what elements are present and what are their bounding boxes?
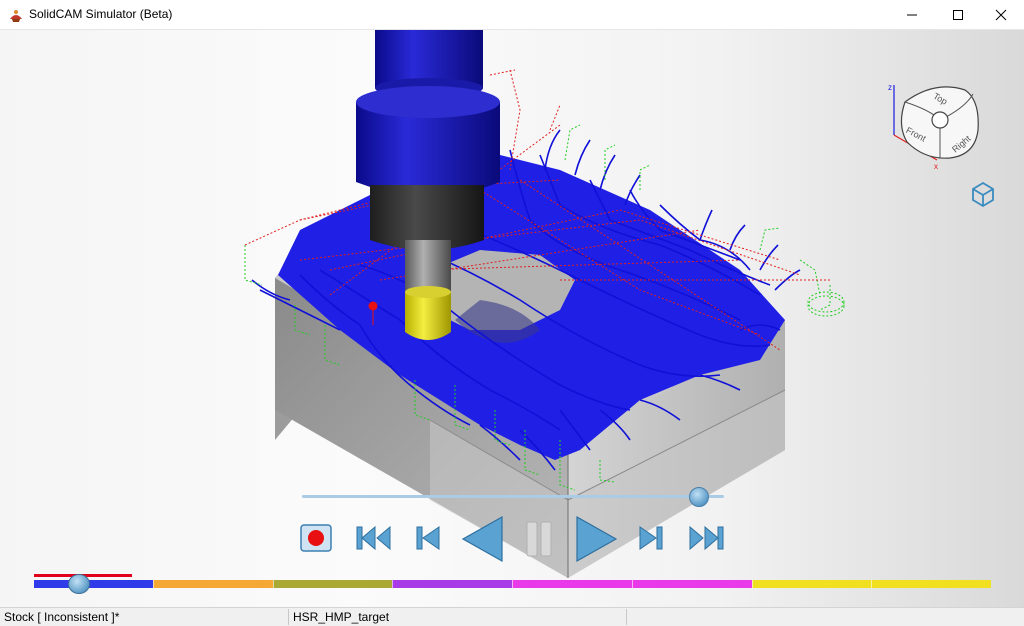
timeline-segment[interactable]	[512, 580, 632, 588]
status-bar: Stock [ Inconsistent ]* HSR_HMP_target	[0, 607, 1024, 626]
solidcam-app-icon	[10, 10, 22, 22]
pause-icon	[526, 521, 552, 557]
pause-button[interactable]	[522, 520, 556, 558]
minimize-icon	[907, 14, 917, 15]
view-cube-body[interactable]: Top Front Right	[900, 86, 979, 159]
close-button[interactable]	[978, 0, 1024, 29]
play-button[interactable]	[573, 514, 619, 564]
axis-x-label: x	[934, 162, 938, 171]
skip-to-start-icon	[356, 525, 391, 551]
machining-scene[interactable]	[0, 30, 1024, 607]
timeline-segment[interactable]	[272, 580, 393, 588]
timeline-segment[interactable]	[152, 580, 273, 588]
play-reverse-button[interactable]	[460, 514, 506, 564]
step-back-icon	[416, 526, 440, 550]
operation-timeline[interactable]	[34, 580, 991, 588]
stock-status: Stock [ Inconsistent ]*	[4, 610, 120, 624]
timeline-segment[interactable]	[871, 580, 991, 588]
maximize-icon	[953, 9, 963, 20]
step-forward-button[interactable]	[636, 524, 666, 552]
target-name: HSR_HMP_target	[293, 610, 390, 624]
play-icon	[576, 515, 618, 563]
status-divider	[288, 609, 289, 625]
record-button[interactable]	[298, 522, 334, 554]
speed-slider-track[interactable]	[302, 495, 724, 498]
simulation-viewport[interactable]: z x Top Front Right	[0, 30, 1024, 607]
skip-to-end-icon	[689, 525, 724, 551]
record-icon	[308, 530, 324, 546]
step-back-button[interactable]	[413, 524, 443, 552]
close-icon	[995, 9, 1007, 20]
skip-to-start-button[interactable]	[354, 524, 394, 552]
play-reverse-icon	[461, 515, 503, 563]
status-divider	[626, 609, 627, 625]
speed-slider-thumb[interactable]	[688, 487, 709, 507]
timeline-segment[interactable]	[392, 580, 512, 588]
timeline-segment[interactable]	[751, 580, 872, 588]
title-bar: SolidCAM Simulator (Beta)	[0, 0, 1024, 30]
step-forward-icon	[639, 526, 663, 550]
iso-cube-icon	[972, 181, 994, 208]
maximize-button[interactable]	[935, 0, 981, 29]
timeline-segment[interactable]	[631, 580, 752, 588]
timeline-thumb[interactable]	[67, 574, 90, 594]
axis-z-label: z	[888, 83, 892, 92]
fit-view-button[interactable]	[968, 179, 998, 209]
minimize-button[interactable]	[889, 0, 935, 29]
window-title: SolidCAM Simulator (Beta)	[29, 7, 173, 21]
timeline-segment[interactable]	[34, 580, 153, 588]
skip-to-end-button[interactable]	[686, 524, 726, 552]
